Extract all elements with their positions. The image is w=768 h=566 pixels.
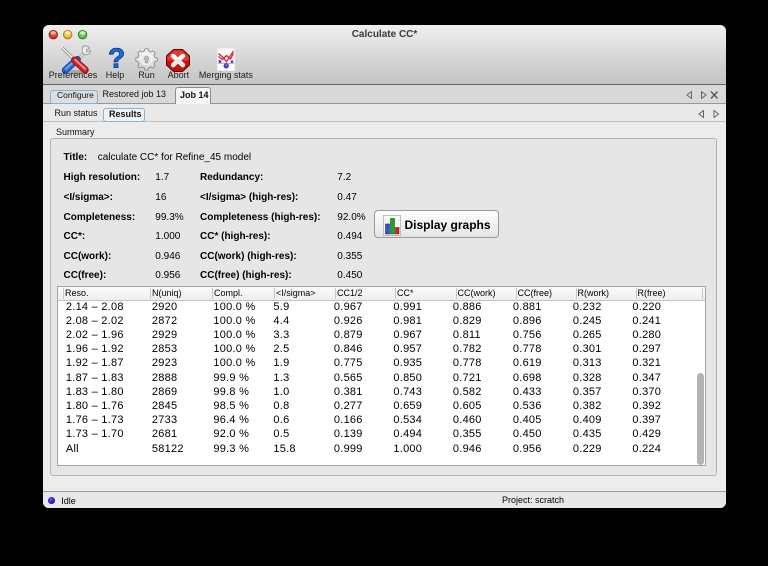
svg-text:?: ?: [108, 46, 125, 71]
